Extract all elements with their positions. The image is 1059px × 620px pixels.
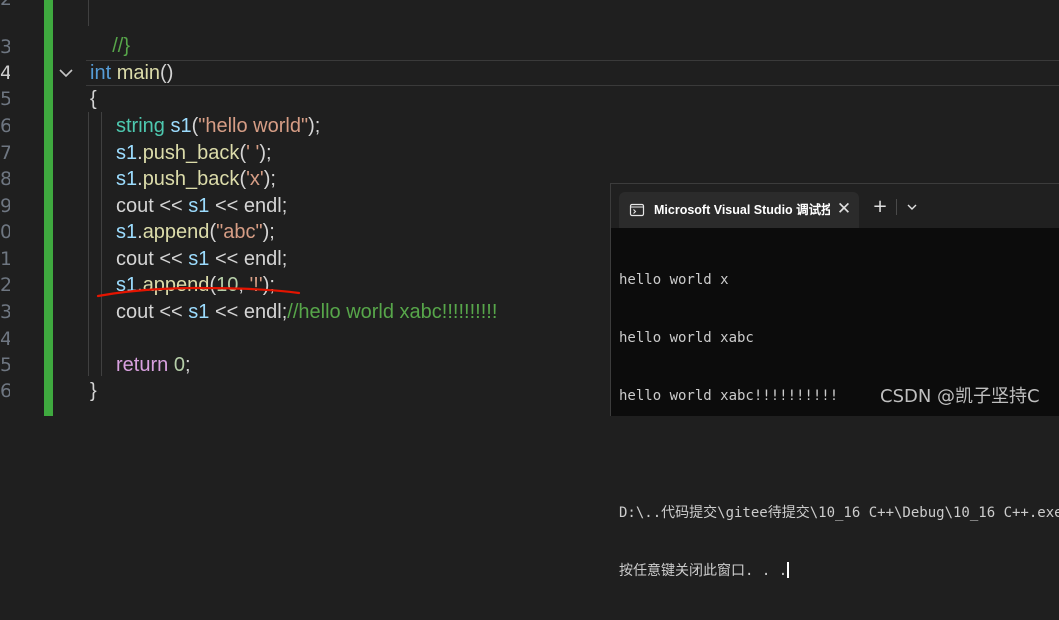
change-indicator-bar <box>44 0 53 416</box>
line-number: 5 <box>0 88 10 110</box>
line-number: 4 <box>0 62 10 84</box>
function-name: push_back <box>142 168 240 190</box>
punctuation: ); <box>262 221 275 243</box>
keyword: return <box>116 354 169 376</box>
variable: s1 <box>116 168 138 190</box>
variable: s1 <box>188 248 210 270</box>
add-tab-button[interactable]: + <box>869 196 891 218</box>
terminal-output[interactable]: hello world x hello world xabc hello wor… <box>619 232 1059 620</box>
tab-title: Microsoft Visual Studio 调试控制台 <box>654 203 830 217</box>
indent-guide <box>88 112 89 376</box>
code-line[interactable]: { <box>90 86 97 113</box>
function-name: push_back <box>142 142 240 164</box>
brace: { <box>90 88 97 110</box>
code-line[interactable]: cout << s1 << endl;//hello world xabc!!!… <box>116 299 497 326</box>
brace: } <box>90 380 97 402</box>
keyword: int <box>90 62 112 84</box>
identifier: endl <box>243 248 282 270</box>
line-number: 3 <box>0 36 10 58</box>
output-line: hello world xabc <box>619 330 754 347</box>
close-icon[interactable]: ✕ <box>833 198 855 220</box>
variable: s1 <box>116 221 138 243</box>
line-number: 7 <box>0 142 10 164</box>
output-line: 按任意键关闭此窗口. . . <box>619 562 788 579</box>
number-literal: 0 <box>173 354 185 376</box>
string-literal: "abc" <box>216 221 263 243</box>
line-number: 6 <box>0 380 10 402</box>
string-literal: "hello world" <box>198 115 309 137</box>
identifier: cout <box>116 248 154 270</box>
line-number: 1 <box>0 248 10 270</box>
code-line[interactable]: s1.push_back(' '); <box>116 140 272 167</box>
comment: //hello world xabc!!!!!!!!!! <box>287 301 498 323</box>
function-name: main <box>116 62 161 84</box>
type-name: string <box>116 115 165 137</box>
punctuation: ); <box>259 142 272 164</box>
line-number: 5 <box>0 354 10 376</box>
variable: s1 <box>188 301 210 323</box>
punctuation: ; <box>281 248 288 270</box>
identifier: cout <box>116 301 154 323</box>
debug-console-window[interactable]: Microsoft Visual Studio 调试控制台 ✕ + hello … <box>610 183 1059 579</box>
divider <box>896 199 897 215</box>
code-line[interactable]: s1.push_back('x'); <box>116 166 276 193</box>
current-line-highlight <box>86 60 1059 86</box>
punctuation: () <box>160 62 174 84</box>
code-line[interactable]: string s1("hello world"); <box>116 113 320 140</box>
line-number: 3 <box>0 301 10 323</box>
punctuation: ); <box>308 115 321 137</box>
identifier: cout <box>116 195 154 217</box>
punctuation: ); <box>263 168 276 190</box>
line-number: 0 <box>0 221 10 243</box>
chevron-down-icon[interactable] <box>58 65 74 81</box>
string-literal: ' ' <box>246 142 260 164</box>
chevron-down-icon[interactable] <box>901 196 923 218</box>
text-cursor <box>787 561 790 578</box>
operator: << <box>153 301 189 323</box>
watermark: CSDN @凯子坚持C <box>880 386 1040 407</box>
output-line: hello world x <box>619 271 729 288</box>
string-literal: 'x' <box>246 168 264 190</box>
comment: //} <box>112 34 131 57</box>
indent-guide <box>101 112 102 376</box>
line-number: 2 <box>0 0 10 13</box>
code-line[interactable]: cout << s1 << endl; <box>116 193 287 220</box>
output-line: D:\..代码提交\gitee待提交\10_16 C++\Debug\10_16… <box>619 504 1059 521</box>
code-line[interactable]: s1.append("abc"); <box>116 219 275 246</box>
line-number: 9 <box>0 195 10 217</box>
line-number: 4 <box>0 328 10 350</box>
variable: s1 <box>116 142 138 164</box>
console-icon <box>629 203 645 217</box>
line-number: 8 <box>0 168 10 190</box>
operator: << <box>209 248 244 270</box>
code-line[interactable]: //} <box>90 6 130 57</box>
punctuation: ; <box>184 354 191 376</box>
operator: << <box>209 195 244 217</box>
operator: << <box>209 301 244 323</box>
line-number: 6 <box>0 115 10 137</box>
operator: << <box>153 195 189 217</box>
variable: s1 <box>188 195 210 217</box>
output-line-prompt: 按任意键关闭此窗口. . . <box>619 561 1059 581</box>
terminal-tab[interactable]: Microsoft Visual Studio 调试控制台 ✕ <box>619 192 859 228</box>
indent-guide <box>88 0 89 26</box>
code-line[interactable]: int main() <box>90 60 173 87</box>
code-line[interactable]: } <box>90 378 97 405</box>
code-line[interactable]: return 0; <box>116 352 191 379</box>
code-line[interactable]: cout << s1 << endl; <box>116 246 287 273</box>
variable: s1 <box>170 115 192 137</box>
identifier: endl <box>243 301 282 323</box>
identifier: endl <box>243 195 282 217</box>
punctuation: ; <box>281 195 288 217</box>
line-number: 2 <box>0 274 10 296</box>
terminal-titlebar: Microsoft Visual Studio 调试控制台 ✕ + <box>611 184 1059 228</box>
operator: << <box>153 248 189 270</box>
function-name: append <box>142 221 210 243</box>
